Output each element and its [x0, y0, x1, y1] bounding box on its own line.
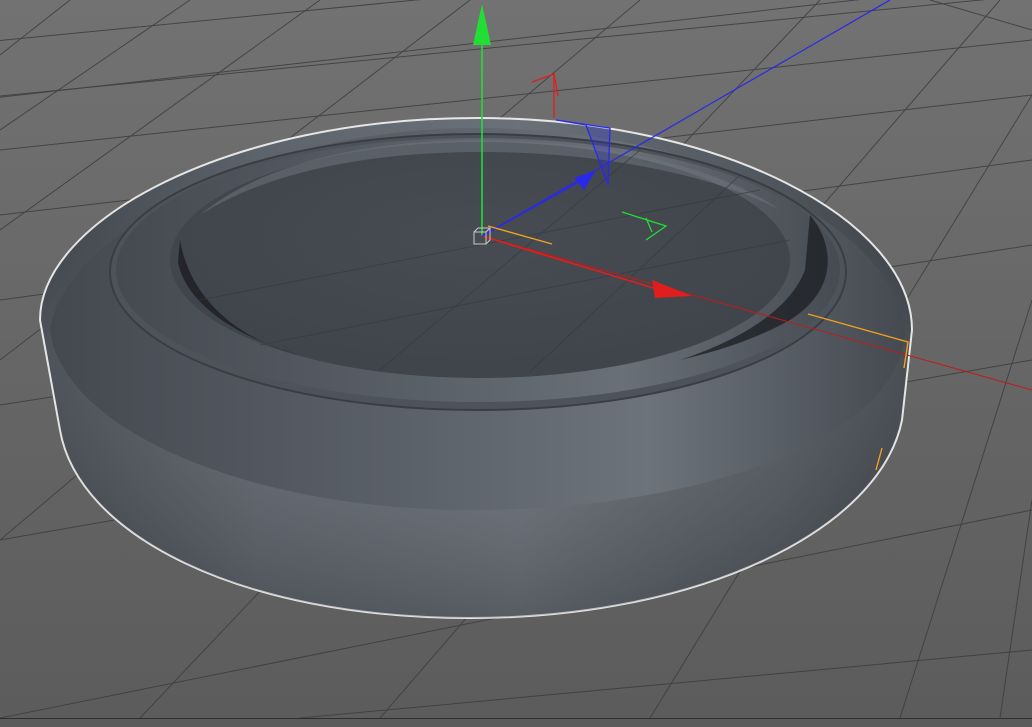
disc-object[interactable] — [38, 116, 914, 620]
viewport-3d[interactable] — [0, 0, 1032, 727]
viewport-canvas[interactable] — [0, 0, 1032, 718]
viewport-bottom-border — [0, 718, 1032, 727]
